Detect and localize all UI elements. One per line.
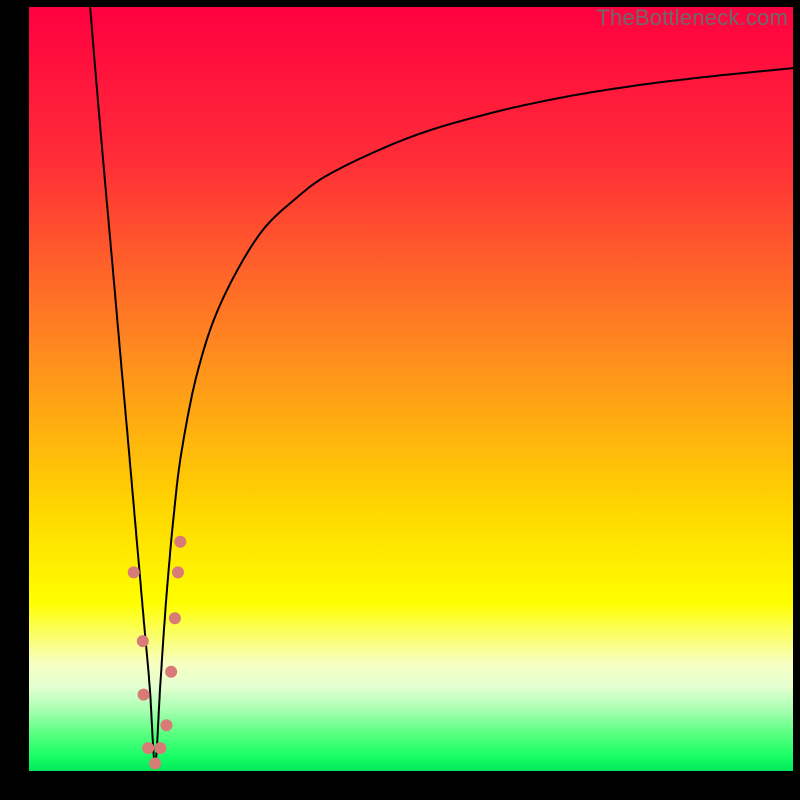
data-point <box>137 635 149 647</box>
data-point <box>165 666 177 678</box>
data-point <box>174 536 186 548</box>
data-point <box>161 719 173 731</box>
data-point <box>138 689 150 701</box>
data-point <box>128 566 140 578</box>
chart-frame: TheBottleneck.com <box>0 0 800 800</box>
data-point <box>172 566 184 578</box>
watermark-text: TheBottleneck.com <box>596 5 788 31</box>
data-point <box>149 757 161 769</box>
plot-area <box>29 7 793 771</box>
data-point <box>154 742 166 754</box>
data-point <box>142 742 154 754</box>
data-point <box>169 612 181 624</box>
bottleneck-curve <box>90 7 793 763</box>
curve-layer <box>29 7 793 771</box>
